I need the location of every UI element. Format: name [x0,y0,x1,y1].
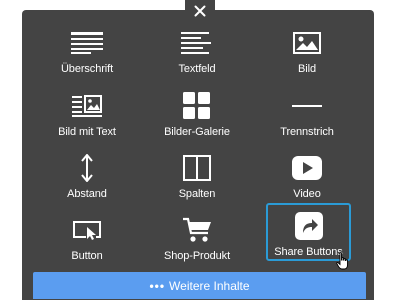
tile-label: Share Buttons [274,246,343,258]
tile-spalten[interactable]: Spalten [154,149,240,205]
tile-label: Button [71,250,103,262]
tile-bild[interactable]: Bild [264,24,350,80]
tile-button[interactable]: Button [44,211,130,267]
divider-line-icon [292,91,322,121]
tile-label: Video [293,188,321,200]
tile-ueberschrift[interactable]: Überschrift [44,24,130,80]
tile-label: Shop-Produkt [163,250,231,262]
tile-bilder-galerie[interactable]: Bilder-Galerie [154,87,240,143]
close-icon [194,5,206,16]
tile-label: Textfeld [178,63,216,75]
shopping-cart-icon [182,215,212,245]
tile-shop-produkt[interactable]: Shop-Produkt [154,211,240,267]
more-content-label: Weitere Inhalte [169,278,250,293]
tile-label: Bilder-Galerie [164,126,230,138]
gallery-grid-icon [183,91,211,121]
image-icon [293,28,321,58]
tile-label: Bild mit Text [58,126,116,138]
tile-trennstrich[interactable]: Trennstrich [264,87,350,143]
share-arrow-icon [294,211,323,241]
tile-label: Trennstrich [280,126,334,138]
button-pointer-icon [72,215,102,245]
more-dots-icon: ••• [149,278,166,293]
image-with-text-icon [72,91,102,121]
heading-icon [71,28,103,58]
video-play-icon [292,153,322,183]
tile-abstand[interactable]: Abstand [44,149,130,205]
tile-label: Abstand [67,188,107,200]
tile-label: Überschrift [60,63,114,75]
more-content-button[interactable]: ••• Weitere Inhalte [33,272,366,299]
tile-label: Spalten [178,188,216,200]
close-button[interactable] [185,0,215,21]
tile-bild-mit-text[interactable]: Bild mit Text [44,87,130,143]
tile-textfeld[interactable]: Textfeld [154,24,240,80]
text-field-icon [181,28,213,58]
tile-video[interactable]: Video [264,149,350,205]
columns-icon [183,153,211,183]
tile-label: Bild [298,63,316,75]
vertical-spacing-icon [80,153,94,183]
